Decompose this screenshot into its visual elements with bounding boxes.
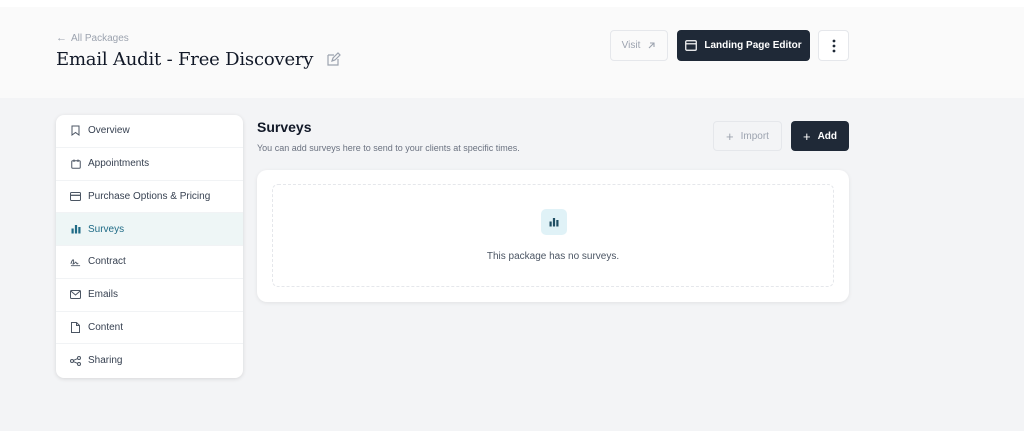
section-title: Surveys — [257, 119, 312, 135]
back-to-packages-link[interactable]: ← All Packages — [56, 32, 129, 44]
visit-button[interactable]: Visit — [610, 30, 668, 61]
sidebar-item-label: Purchase Options & Pricing — [88, 190, 211, 202]
sidebar-item-sharing[interactable]: Sharing — [56, 344, 243, 377]
sidebar-item-overview[interactable]: Overview — [56, 115, 243, 148]
landing-page-editor-label: Landing Page Editor — [704, 40, 802, 51]
title-row: Email Audit - Free Discovery — [56, 49, 342, 70]
sidebar-item-label: Content — [88, 321, 124, 333]
sidebar-item-label: Contract — [88, 256, 126, 268]
top-strip — [0, 0, 1024, 7]
sidebar-item-label: Appointments — [88, 158, 150, 170]
signature-icon — [70, 256, 81, 267]
plus-icon: + — [802, 128, 811, 144]
plus-icon: + — [726, 128, 734, 144]
empty-state-text: This package has no surveys. — [486, 251, 620, 262]
sidebar-item-contract[interactable]: Contract — [56, 246, 243, 279]
credit-card-icon — [70, 191, 81, 202]
sidebar-item-appointments[interactable]: Appointments — [56, 148, 243, 181]
more-vertical-icon — [832, 39, 835, 52]
arrow-left-icon: ← — [56, 32, 67, 44]
package-header: ← All Packages Email Audit - Free Discov… — [0, 7, 1024, 98]
sidebar-item-label: Overview — [88, 125, 130, 137]
bar-chart-icon — [541, 209, 567, 235]
add-survey-button[interactable]: + Add — [791, 121, 849, 151]
import-label: Import — [740, 130, 769, 142]
page-title: Email Audit - Free Discovery — [56, 49, 314, 70]
external-arrow-icon — [648, 42, 655, 49]
sidebar-item-purchase-options[interactable]: Purchase Options & Pricing — [56, 181, 243, 214]
section-subtitle: You can add surveys here to send to your… — [257, 143, 520, 153]
sidebar-item-content[interactable]: Content — [56, 312, 243, 345]
add-label: Add — [817, 130, 838, 142]
sidebar-item-surveys[interactable]: Surveys — [56, 213, 243, 246]
import-button[interactable]: + Import — [713, 121, 782, 151]
calendar-icon — [70, 158, 81, 169]
sidebar-item-label: Sharing — [88, 355, 123, 367]
bar-chart-icon — [70, 224, 81, 235]
empty-state: This package has no surveys. — [272, 184, 834, 287]
window-icon — [685, 40, 698, 51]
sidebar-item-label: Surveys — [88, 223, 125, 235]
file-icon — [70, 321, 81, 333]
visit-label: Visit — [621, 40, 641, 51]
more-options-button[interactable] — [818, 30, 849, 61]
surveys-card: This package has no surveys. — [257, 170, 849, 302]
back-link-label: All Packages — [71, 32, 129, 44]
package-sidebar: Overview Appointments Purchase Options &… — [56, 115, 243, 378]
landing-page-editor-button[interactable]: Landing Page Editor — [677, 30, 810, 61]
bookmark-icon — [70, 125, 81, 137]
mail-icon — [70, 289, 81, 300]
sidebar-item-label: Emails — [88, 289, 119, 301]
share-icon — [70, 355, 81, 366]
sidebar-item-emails[interactable]: Emails — [56, 279, 243, 312]
edit-icon[interactable] — [325, 51, 342, 68]
